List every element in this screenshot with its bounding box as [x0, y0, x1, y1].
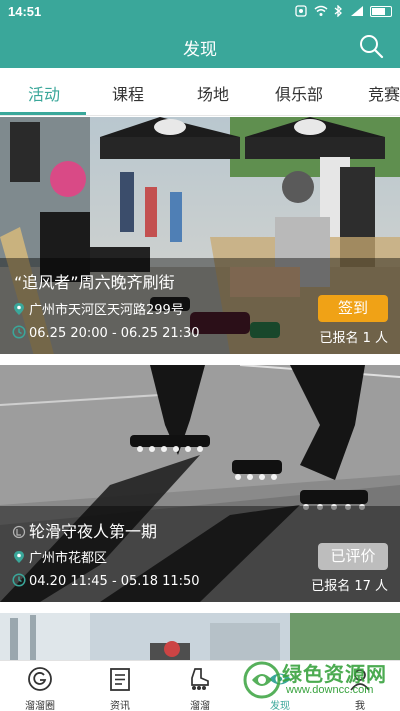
location-pin-icon: [14, 303, 24, 315]
event-title-row: 轮滑守夜人第一期: [12, 518, 157, 542]
clock-icon: [12, 573, 26, 587]
circle-g-icon: [28, 667, 52, 691]
watermark: 绿色资源网 www.downcc.com: [242, 656, 392, 711]
status-time: 14:51: [8, 4, 42, 19]
news-icon: [110, 668, 130, 691]
checkin-button[interactable]: 签到: [318, 295, 388, 322]
event-card[interactable]: [0, 613, 400, 660]
event-card[interactable]: “追风者”周六晚齐刷街 广州市天河区天河路299号 06.25 20:00 - …: [0, 117, 400, 354]
event-title: “追风者”周六晚齐刷街: [14, 273, 175, 292]
tab-competitions[interactable]: 竞赛: [368, 81, 400, 105]
event-card[interactable]: 轮滑守夜人第一期 广州市花都区 04.20 11:45 - 05.18 11:5…: [0, 365, 400, 602]
reviewed-button[interactable]: 已评价: [318, 543, 388, 570]
signal-icon: [350, 6, 363, 16]
tab-activities[interactable]: 活动: [28, 81, 60, 105]
event-location: 广州市花都区: [12, 547, 107, 566]
tab-courses[interactable]: 课程: [112, 81, 144, 105]
screenshot-icon: [295, 5, 307, 17]
nav-label: 资讯: [110, 701, 130, 711]
watermark-url: www.downcc.com: [286, 684, 374, 696]
location-pin-icon: [14, 551, 24, 563]
event-time: 04.20 11:45 - 05.18 11:50: [12, 573, 200, 589]
watermark-logo-icon: [243, 661, 281, 699]
battery-icon: [370, 5, 392, 17]
event-photo: [0, 613, 400, 660]
tab-venues[interactable]: 场地: [197, 81, 229, 105]
event-time: 06.25 20:00 - 06.25 21:30: [12, 325, 200, 341]
status-icons: [295, 4, 392, 18]
nav-item-liuliuquan[interactable]: 溜溜圈: [0, 661, 80, 711]
active-tab-indicator: [0, 112, 86, 115]
status-bar: 14:51: [0, 0, 400, 24]
nav-item-news[interactable]: 资讯: [80, 661, 160, 711]
event-time-text: 06.25 20:00 - 06.25 21:30: [29, 326, 200, 341]
nav-item-liuliu[interactable]: 溜溜: [160, 661, 240, 711]
wifi-icon: [314, 5, 327, 16]
clock-icon: [12, 325, 26, 339]
event-location: 广州市天河区天河路299号: [12, 299, 184, 318]
event-location-text: 广州市花都区: [29, 551, 108, 566]
event-title: 轮滑守夜人第一期: [29, 522, 158, 541]
watermark-text: 绿色资源网: [282, 662, 387, 686]
nav-label: 溜溜圈: [25, 701, 55, 711]
skate-badge-icon: [12, 525, 26, 539]
tab-clubs[interactable]: 俱乐部: [275, 81, 323, 105]
page-title: 发现: [183, 40, 217, 60]
nav-label: 溜溜: [190, 701, 210, 711]
signup-count: 已报名 1 人: [319, 331, 388, 346]
bluetooth-icon: [334, 4, 342, 18]
app-header: 发现: [0, 24, 400, 68]
skate-icon: [191, 668, 209, 690]
search-icon[interactable]: [358, 33, 384, 59]
category-tabs: 活动 课程 场地 俱乐部 竞赛: [0, 68, 400, 116]
signup-count: 已报名 17 人: [311, 579, 388, 594]
event-time-text: 04.20 11:45 - 05.18 11:50: [29, 574, 200, 589]
event-location-text: 广州市天河区天河路299号: [29, 303, 184, 318]
